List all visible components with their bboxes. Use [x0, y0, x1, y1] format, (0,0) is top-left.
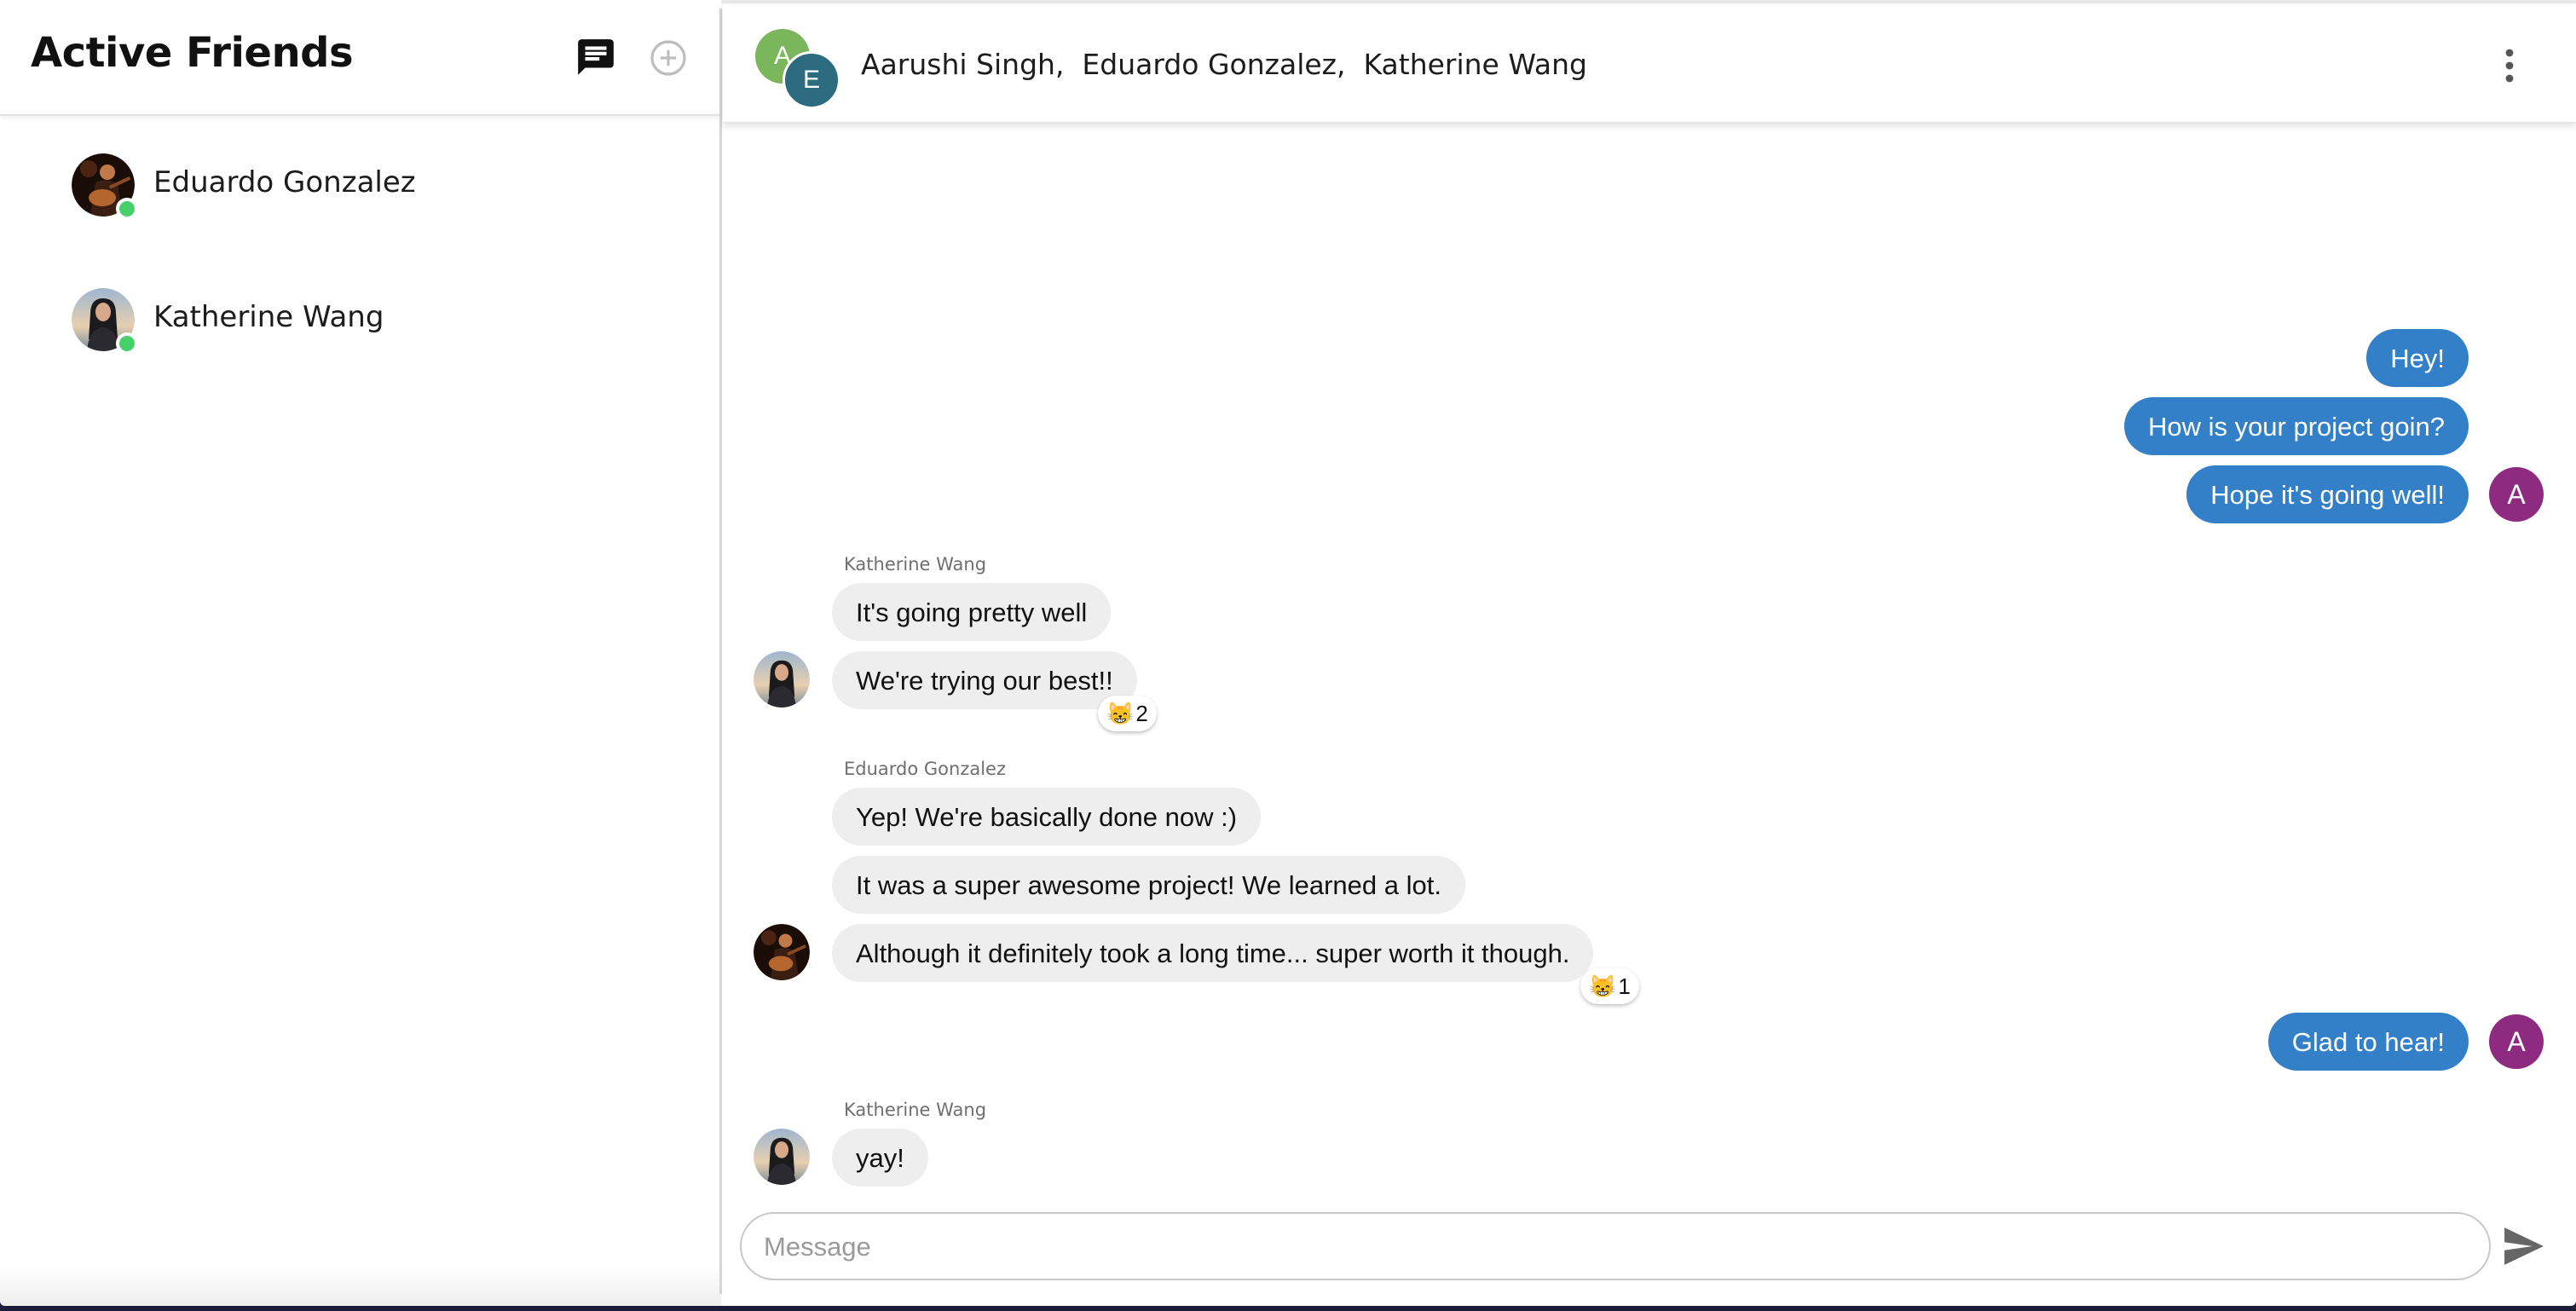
online-indicator — [116, 198, 138, 220]
reaction-badge[interactable]: 😸 1 — [1580, 968, 1639, 1004]
cat-emoji-icon: 😸 — [1589, 973, 1617, 999]
sidebar-shade — [0, 1267, 721, 1306]
participant-name: Eduardo Gonzalez, — [1082, 48, 1346, 81]
avatar[interactable] — [754, 1129, 810, 1185]
group-avatar[interactable]: A E — [755, 29, 840, 109]
friend-item-eduardo[interactable]: Eduardo Gonzalez — [72, 147, 668, 223]
add-circle-icon[interactable] — [648, 38, 689, 78]
send-icon[interactable] — [2503, 1227, 2545, 1265]
more-vertical-icon[interactable] — [2492, 44, 2527, 87]
avatar[interactable] — [754, 924, 810, 980]
avatar[interactable] — [754, 651, 810, 707]
friend-name: Katherine Wang — [153, 300, 384, 334]
message-received[interactable]: We're trying our best!! — [832, 651, 1137, 709]
sender-name: Katherine Wang — [844, 1100, 987, 1120]
avatar[interactable]: A — [2489, 1014, 2544, 1069]
reaction-badge[interactable]: 😸 2 — [1098, 696, 1157, 731]
sidebar-header: Active Friends — [0, 3, 721, 116]
participant-name: Katherine Wang — [1363, 48, 1587, 81]
message-received[interactable]: It's going pretty well — [832, 583, 1112, 641]
participant-name: Aarushi Singh, — [861, 48, 1065, 81]
sidebar: Active Friends Eduardo Gonzalez Katherin… — [0, 0, 721, 1306]
conversation-participants: Aarushi Singh, Eduardo Gonzalez, Katheri… — [861, 48, 1587, 81]
message-input[interactable] — [764, 1226, 2460, 1268]
sender-name: Katherine Wang — [844, 554, 987, 575]
sender-name: Eduardo Gonzalez — [844, 759, 1006, 779]
avatar — [72, 153, 138, 220]
message-received[interactable]: Although it definitely took a long time.… — [832, 924, 1594, 982]
panel-divider[interactable] — [719, 9, 722, 1294]
message-received[interactable]: It was a super awesome project! We learn… — [832, 856, 1465, 914]
guitar-player-photo-icon — [754, 924, 810, 980]
reaction-count: 1 — [1618, 973, 1631, 999]
friend-item-katherine[interactable]: Katherine Wang — [72, 281, 668, 358]
woman-portrait-photo-icon — [754, 651, 810, 707]
avatar[interactable]: A — [2489, 467, 2544, 522]
message-received[interactable]: yay! — [832, 1129, 928, 1187]
message-composer — [740, 1212, 2491, 1280]
avatar — [72, 288, 138, 355]
message-sent[interactable]: How is your project goin? — [2123, 397, 2469, 455]
message-sent[interactable]: Hey! — [2366, 329, 2469, 387]
chat-header: A E Aarushi Singh, Eduardo Gonzalez, Kat… — [723, 3, 2576, 123]
cat-emoji-icon: 😸 — [1106, 700, 1135, 726]
avatar-initial-e: E — [783, 51, 840, 109]
message-received[interactable]: Yep! We're basically done now :) — [832, 788, 1262, 846]
chat-app: Active Friends Eduardo Gonzalez Katherin… — [0, 0, 2576, 1306]
friend-name: Eduardo Gonzalez — [153, 165, 416, 199]
reaction-count: 2 — [1135, 700, 1148, 726]
chat-icon[interactable] — [575, 36, 617, 78]
woman-portrait-photo-icon — [754, 1129, 810, 1185]
sidebar-title: Active Friends — [31, 29, 354, 77]
message-sent[interactable]: Glad to hear! — [2267, 1013, 2469, 1071]
message-sent[interactable]: Hope it's going well! — [2186, 465, 2469, 523]
online-indicator — [116, 332, 138, 355]
